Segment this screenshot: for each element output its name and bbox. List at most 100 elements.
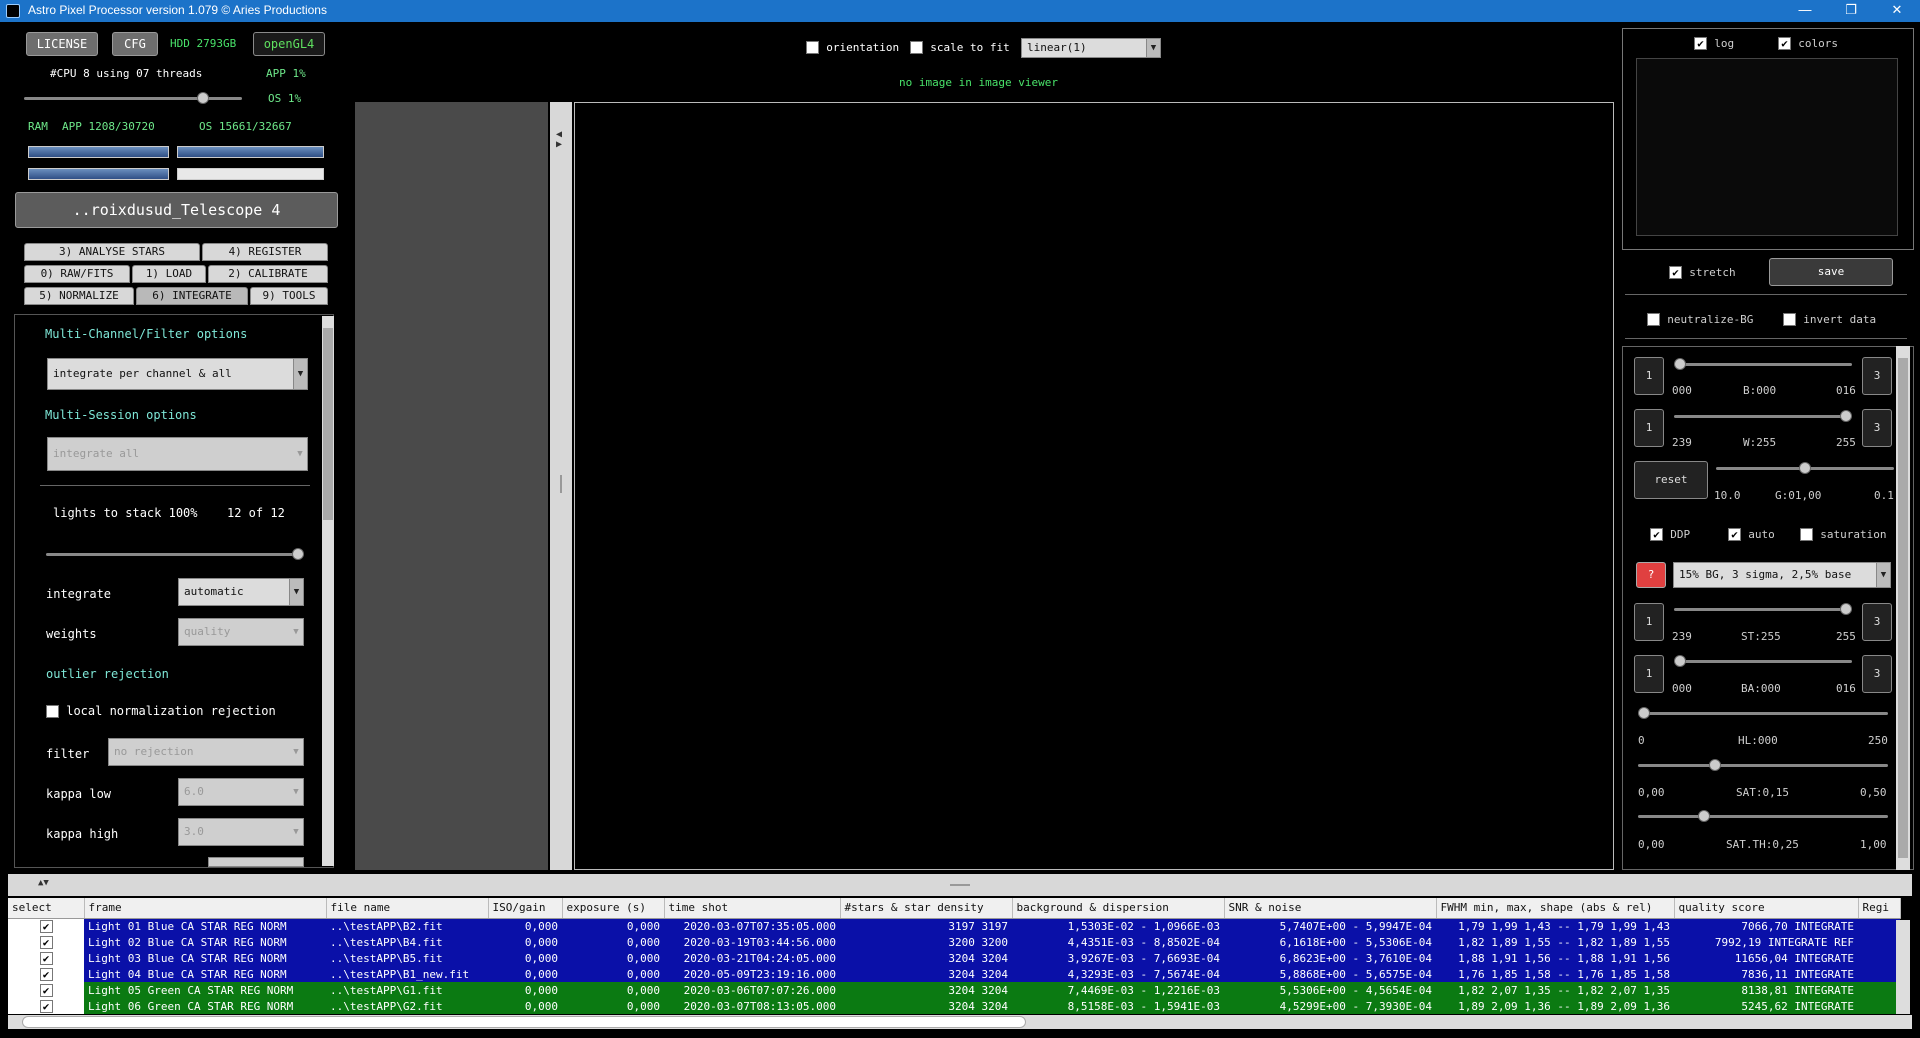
table-row[interactable]: ✔ Light 05 Green CA STAR REG NORM ..\testA… [8,982,1900,998]
close-icon[interactable]: ✕ [1874,0,1920,22]
tab-integrate[interactable]: 6) INTEGRATE [136,287,248,305]
filter-select[interactable]: no rejection ▼ [108,738,304,766]
colors-checkbox[interactable]: ✔ [1778,37,1791,50]
row-select-cell[interactable]: ✔ [8,966,84,982]
orientation-checkbox-row[interactable]: orientation [806,40,899,54]
invert-checkbox-row[interactable]: invert data [1783,312,1876,326]
stretch-checkbox-row[interactable]: ✔ stretch [1669,265,1736,279]
satth-slider-thumb[interactable] [1697,810,1710,822]
collapse-arrows-icon[interactable]: ◀ ▶ [556,130,562,150]
auto-checkbox-row[interactable]: ✔ auto [1728,527,1775,541]
table-row[interactable]: ✔ Light 06 Green CA STAR REG NORM ..\testA… [8,998,1900,1014]
tab-calibrate[interactable]: 2) CALIBRATE [208,265,328,283]
sat-slider-track[interactable] [1638,764,1888,767]
threads-slider-track[interactable] [24,97,242,100]
opengl-button[interactable]: openGL4 [253,32,325,56]
lights-slider-thumb[interactable] [292,548,304,560]
ba-step-left-button[interactable]: 1 [1634,655,1664,693]
row-select-cell[interactable]: ✔ [8,934,84,950]
st-step-right-button[interactable]: 3 [1862,603,1892,641]
table-row[interactable]: ✔ Light 04 Blue CA STAR REG NORM ..\testAP… [8,966,1900,982]
neutralize-checkbox[interactable] [1647,313,1660,326]
row-select-checkbox[interactable]: ✔ [39,920,53,933]
w-slider-track[interactable] [1674,415,1852,418]
ba-slider-track[interactable] [1674,660,1852,663]
table-vscrollbar[interactable] [1896,920,1910,1014]
col-iso-gain[interactable]: ISO/gain [488,898,563,919]
hl-slider-track[interactable] [1638,712,1888,715]
tab-tools[interactable]: 9) TOOLS [250,287,328,305]
row-select-cell[interactable]: ✔ [8,982,84,998]
col-fwhm[interactable]: FWHM min, max, shape (abs & rel) [1436,898,1675,919]
tab-analyse-stars[interactable]: 3) ANALYSE STARS [24,243,200,261]
col-quality[interactable]: quality score [1674,898,1859,919]
stretch-mode-select[interactable]: linear(1) ▼ [1021,38,1161,58]
auto-checkbox[interactable]: ✔ [1728,528,1741,541]
lnr-checkbox-row[interactable]: local normalization rejection [46,704,276,718]
row-select-checkbox[interactable]: ✔ [39,999,53,1013]
ba-step-right-button[interactable]: 3 [1862,655,1892,693]
b-slider-track[interactable] [1674,363,1852,366]
ddp-checkbox[interactable]: ✔ [1650,528,1663,541]
col-time-shot[interactable]: time shot [664,898,841,919]
lnr-checkbox[interactable] [46,705,59,718]
orientation-checkbox[interactable] [806,41,819,54]
config-name-button[interactable]: ..roixdusud_Telescope 4 [15,192,338,228]
col-select[interactable]: select [8,898,85,919]
col-stars[interactable]: #stars & star density [840,898,1013,919]
tab-register[interactable]: 4) REGISTER [202,243,328,261]
row-select-cell[interactable]: ✔ [8,918,84,934]
splitter-grip[interactable] [950,884,970,886]
col-snr[interactable]: SNR & noise [1224,898,1437,919]
kappa-low-select[interactable]: 6.0 ▼ [178,778,304,806]
st-step-left-button[interactable]: 1 [1634,603,1664,641]
image-viewer[interactable] [574,102,1614,870]
table-hscrollbar-thumb[interactable] [22,1016,1026,1028]
partial-select[interactable] [208,857,304,867]
panel-scrollbar-thumb[interactable] [323,328,333,520]
cfg-button[interactable]: CFG [112,32,158,56]
weights-select[interactable]: quality ▼ [178,618,304,646]
row-select-cell[interactable]: ✔ [8,950,84,966]
restore-icon[interactable]: ❐ [1828,0,1874,22]
tab-raw-fits[interactable]: 0) RAW/FITS [24,265,130,283]
right-scrollbar-thumb[interactable] [1898,358,1908,858]
scale-to-fit-checkbox[interactable] [910,41,923,54]
b-step-left-button[interactable]: 1 [1634,357,1664,395]
reset-button[interactable]: reset [1634,461,1708,499]
col-registration[interactable]: Regi [1858,898,1901,919]
help-button[interactable]: ? [1636,562,1666,588]
saturation-checkbox[interactable] [1800,528,1813,541]
kappa-high-select[interactable]: 3.0 ▼ [178,818,304,846]
b-step-right-button[interactable]: 3 [1862,357,1892,395]
satth-slider-track[interactable] [1638,815,1888,818]
minimize-icon[interactable]: ― [1782,0,1828,22]
ba-slider-thumb[interactable] [1674,655,1686,667]
w-step-right-button[interactable]: 3 [1862,409,1892,447]
row-select-checkbox[interactable]: ✔ [39,983,53,997]
expand-arrows-icon[interactable]: ▲▼ [38,878,49,888]
threads-slider-thumb[interactable] [197,92,210,104]
tab-load[interactable]: 1) LOAD [132,265,206,283]
b-slider-thumb[interactable] [1674,358,1686,370]
table-row[interactable]: ✔ Light 01 Blue CA STAR REG NORM ..\testAP… [8,918,1900,934]
neutralize-checkbox-row[interactable]: neutralize-BG [1647,312,1753,326]
multisession-select[interactable]: integrate all ▼ [47,437,308,471]
row-select-checkbox[interactable]: ✔ [39,951,53,965]
log-checkbox[interactable]: ✔ [1694,37,1707,50]
row-select-checkbox[interactable]: ✔ [39,967,53,981]
table-row[interactable]: ✔ Light 02 Blue CA STAR REG NORM ..\testAP… [8,934,1900,950]
hl-slider-thumb[interactable] [1638,707,1650,719]
lights-slider-track[interactable] [46,553,304,556]
integrate-select[interactable]: automatic ▼ [178,578,304,606]
row-select-checkbox[interactable]: ✔ [39,935,53,949]
splitter-grip[interactable] [560,475,562,493]
multichannel-select[interactable]: integrate per channel & all ▼ [47,358,308,390]
table-row[interactable]: ✔ Light 03 Blue CA STAR REG NORM ..\testAP… [8,950,1900,966]
tab-normalize[interactable]: 5) NORMALIZE [24,287,134,305]
st-slider-track[interactable] [1674,608,1852,611]
col-file-name[interactable]: file name [326,898,489,919]
log-checkbox-row[interactable]: ✔ log [1694,36,1734,50]
save-button[interactable]: save [1769,258,1893,286]
st-slider-thumb[interactable] [1840,603,1852,615]
